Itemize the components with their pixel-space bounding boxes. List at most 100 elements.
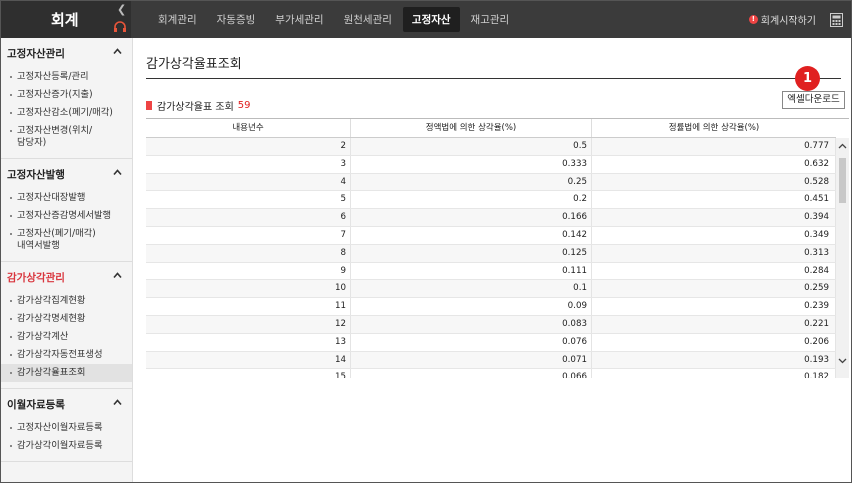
app-window: 회계 ❮ 회계관리 자동증빙 부가세관리 원천세관리 고정자산 재고관리 ! 회계시작하기…	[0, 0, 852, 483]
table-cell: 0.451	[592, 191, 836, 209]
sidebar-item[interactable]: 감가상각이월자료등록	[1, 437, 132, 455]
header-declining-balance-rate[interactable]: 정률법에 의한 상각율(%)	[592, 119, 836, 137]
table-row[interactable]: 2 0.5 0.777	[146, 138, 836, 156]
sidebar-item[interactable]: 고정자산증가(지출)	[1, 86, 132, 104]
chevron-up-icon[interactable]	[113, 47, 122, 56]
table-row[interactable]: 3 0.333 0.632	[146, 155, 836, 174]
title-divider	[146, 78, 841, 79]
table-cell: 8	[146, 244, 351, 262]
sidebar-item[interactable]: 고정자산변경(위치/ 담당자)	[1, 122, 132, 152]
table-row[interactable]: 12 0.083 0.221	[146, 315, 836, 334]
top-nav: 회계관리 자동증빙 부가세관리 원천세관리 고정자산 재고관리	[149, 1, 520, 38]
table-cell: 0.394	[592, 209, 836, 226]
nav-tab-5[interactable]: 재고관리	[462, 7, 519, 32]
header-straight-line-rate[interactable]: 정액법에 의한 상각율(%)	[351, 119, 592, 137]
nav-tab-3[interactable]: 원천세관리	[335, 7, 401, 32]
table-cell: 0.193	[592, 351, 836, 369]
header-useful-life[interactable]: 내용년수	[146, 119, 351, 137]
sidebar-section-header[interactable]: 이월자료등록	[1, 389, 132, 419]
sidebar-section-header[interactable]: 고정자산발행	[1, 159, 132, 189]
table-cell: 0.111	[351, 262, 592, 280]
step-badge: 1	[795, 66, 820, 91]
sidebar-item[interactable]: 감가상각집계현황	[1, 292, 132, 310]
table-cell: 11	[146, 298, 351, 315]
table-cell: 0.777	[592, 138, 836, 155]
table-row[interactable]: 5 0.2 0.451	[146, 191, 836, 210]
top-right-actions: ! 회계시작하기	[748, 1, 843, 38]
scroll-down-icon[interactable]	[838, 356, 847, 365]
main-content: 감가상각율표조회 1 엑셀다운로드 감가상각율표 조회 59 내용년수 정액법에…	[134, 38, 851, 482]
info-icon: !	[748, 15, 758, 24]
table-cell: 12	[146, 315, 351, 333]
sidebar-section-title: 고정자산관리	[7, 47, 65, 60]
table-cell: 0.083	[351, 315, 592, 333]
table-cell: 14	[146, 351, 351, 369]
table-row[interactable]: 7 0.142 0.349	[146, 226, 836, 245]
calculator-icon[interactable]	[830, 12, 843, 27]
table-cell: 0.076	[351, 333, 592, 351]
nav-tab-0[interactable]: 회계관리	[149, 7, 206, 32]
sidebar-item[interactable]: 고정자산증감명세서발행	[1, 207, 132, 225]
table-cell: 0.1	[351, 280, 592, 298]
table-row[interactable]: 9 0.111 0.284	[146, 262, 836, 281]
table-row[interactable]: 4 0.25 0.528	[146, 173, 836, 192]
headset-icon[interactable]	[113, 21, 127, 33]
table-cell: 0.632	[592, 155, 836, 173]
top-bar: 회계 ❮ 회계관리 자동증빙 부가세관리 원천세관리 고정자산 재고관리 ! 회계시작하기	[1, 1, 851, 38]
chevron-up-icon[interactable]	[113, 168, 122, 177]
table-cell: 0.313	[592, 244, 836, 262]
section-marker-icon	[146, 101, 152, 110]
table-cell: 4	[146, 173, 351, 191]
sidebar: 고정자산관리 고정자산등록/관리 고정자산증가(지출) 고정자산감소(폐기/매각) 고정…	[1, 38, 133, 482]
table-row[interactable]: 14 0.071 0.193	[146, 351, 836, 370]
table-cell: 0.2	[351, 191, 592, 209]
nav-tab-1[interactable]: 자동증빙	[208, 7, 265, 32]
table-row[interactable]: 15 0.066 0.182	[146, 369, 836, 378]
result-count: 59	[237, 100, 251, 111]
table-cell: 6	[146, 209, 351, 226]
section-label: 감가상각율표 조회 59	[146, 98, 251, 113]
table-cell: 0.182	[592, 369, 836, 378]
start-guide-link[interactable]: ! 회계시작하기	[748, 12, 816, 27]
table-row[interactable]: 8 0.125 0.313	[146, 244, 836, 263]
sidebar-item[interactable]: 감가상각계산	[1, 328, 132, 346]
nav-tab-2[interactable]: 부가세관리	[266, 7, 332, 32]
chevron-up-icon[interactable]	[113, 271, 122, 280]
sidebar-section-header[interactable]: 고정자산관리	[1, 38, 132, 68]
table-cell: 9	[146, 262, 351, 280]
table-cell: 0.125	[351, 244, 592, 262]
sidebar-item[interactable]: 고정자산(폐기/매각) 내역서발행	[1, 225, 132, 255]
table-cell: 15	[146, 369, 351, 378]
table-row[interactable]: 13 0.076 0.206	[146, 333, 836, 352]
app-title: 회계	[51, 11, 79, 29]
sidebar-item[interactable]: 고정자산등록/관리	[1, 68, 132, 86]
sidebar-item[interactable]: 고정자산대장발행	[1, 189, 132, 207]
table-cell: 2	[146, 138, 351, 155]
table-cell: 7	[146, 226, 351, 244]
table-cell: 0.09	[351, 298, 592, 315]
sidebar-item[interactable]: 고정자산이월자료등록	[1, 419, 132, 437]
table-cell: 0.166	[351, 209, 592, 226]
table-row[interactable]: 11 0.09 0.239	[146, 298, 836, 316]
scroll-thumb[interactable]	[839, 158, 846, 203]
collapse-chevron-icon[interactable]: ❮	[117, 3, 126, 16]
table-row[interactable]: 10 0.1 0.259	[146, 280, 836, 299]
excel-download-button[interactable]: 엑셀다운로드	[782, 91, 845, 109]
nav-tab-4[interactable]: 고정자산	[402, 7, 460, 32]
sidebar-divider	[1, 461, 132, 462]
scroll-up-icon[interactable]	[838, 142, 847, 151]
table-header: 내용년수 정액법에 의한 상각율(%) 정률법에 의한 상각율(%)	[146, 119, 836, 138]
sidebar-section-header[interactable]: 감가상각관리	[1, 262, 132, 292]
table-row[interactable]: 6 0.166 0.394	[146, 209, 836, 227]
vertical-scrollbar[interactable]	[836, 138, 849, 378]
sidebar-item[interactable]: 고정자산감소(폐기/매각)	[1, 104, 132, 122]
table-cell: 0.071	[351, 351, 592, 369]
page-title: 감가상각율표조회	[146, 57, 242, 72]
table-cell: 0.206	[592, 333, 836, 351]
table-cell: 10	[146, 280, 351, 298]
sidebar-item[interactable]: 감가상각명세현황	[1, 310, 132, 328]
sidebar-item[interactable]: 감가상각자동전표생성	[1, 346, 132, 364]
chevron-up-icon[interactable]	[113, 398, 122, 407]
table-cell: 0.142	[351, 226, 592, 244]
sidebar-item[interactable]: 감가상각율표조회	[1, 364, 132, 382]
